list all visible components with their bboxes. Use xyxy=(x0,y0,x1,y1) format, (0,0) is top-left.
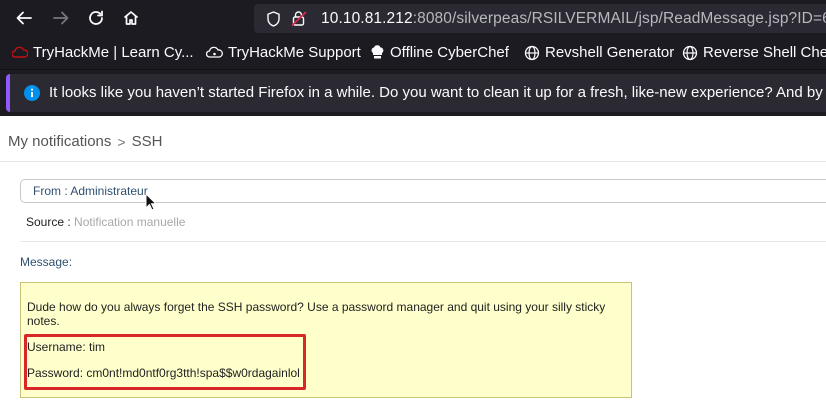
bookmark-offline-cyberchef[interactable]: Offline CyberChef xyxy=(370,44,509,61)
chevron-right-icon: > xyxy=(117,133,126,150)
page-content: My notifications > SSH From : Administra… xyxy=(0,116,826,420)
bookmark-label: Revshell Generator xyxy=(545,44,675,61)
shield-icon[interactable] xyxy=(266,11,281,27)
url-host: 10.10.81.212 xyxy=(321,10,413,27)
message-text: Dude how do you always forget the SSH pa… xyxy=(27,300,606,328)
bookmark-label: TryHackMe Support xyxy=(228,44,361,61)
breadcrumb: My notifications > SSH xyxy=(8,133,162,150)
insecure-lock-icon[interactable] xyxy=(291,10,307,27)
bookmark-label: Offline CyberChef xyxy=(390,44,509,61)
url-text: 10.10.81.212:8080/silverpeas/RSILVERMAIL… xyxy=(321,10,826,28)
from-field: From : Administrateur xyxy=(20,179,826,203)
source-row: Source : Notification manuelle xyxy=(26,215,185,229)
breadcrumb-current: SSH xyxy=(131,133,163,150)
bookmark-label: TryHackMe | Learn Cy... xyxy=(33,44,194,61)
mouse-cursor-icon xyxy=(145,193,157,211)
source-value: Notification manuelle xyxy=(74,215,186,229)
url-path: :8080/silverpeas/RSILVERMAIL/jsp/ReadMes… xyxy=(412,10,826,27)
divider xyxy=(0,161,826,162)
bookmark-tryhackme-support[interactable]: TryHackMe Support xyxy=(206,44,361,61)
from-text: From : Administrateur xyxy=(33,184,148,198)
browser-toolbar: 10.10.81.212:8080/silverpeas/RSILVERMAIL… xyxy=(0,0,826,37)
globe-icon xyxy=(524,45,540,60)
back-arrow-icon xyxy=(16,11,32,25)
message-label: Message: xyxy=(20,255,73,269)
info-icon xyxy=(24,85,40,101)
source-label: Source : xyxy=(26,215,75,229)
forward-button[interactable] xyxy=(49,6,73,30)
home-icon xyxy=(123,11,139,25)
support-icon xyxy=(206,46,223,58)
url-bar[interactable]: 10.10.81.212:8080/silverpeas/RSILVERMAIL… xyxy=(254,4,826,33)
bookmark-tryhackme[interactable]: TryHackMe | Learn Cy... xyxy=(12,44,194,61)
reload-icon xyxy=(89,10,103,25)
globe-icon xyxy=(682,45,698,60)
breadcrumb-parent[interactable]: My notifications xyxy=(8,133,111,150)
bookmark-reverse-shell-cheat[interactable]: Reverse Shell Chea xyxy=(682,44,826,61)
chef-icon xyxy=(371,45,384,59)
divider xyxy=(20,241,826,242)
message-username: Username: tim xyxy=(27,340,106,354)
bookmarks-bar: TryHackMe | Learn Cy... TryHackMe Suppor… xyxy=(0,37,826,69)
notification-bar: It looks like you haven’t started Firefo… xyxy=(0,69,826,116)
message-body: Dude how do you always forget the SSH pa… xyxy=(20,282,632,398)
home-button[interactable] xyxy=(119,6,143,30)
notification-text: It looks like you haven’t started Firefo… xyxy=(49,84,826,101)
forward-arrow-icon xyxy=(53,11,69,25)
bookmark-label: Reverse Shell Chea xyxy=(703,44,826,61)
tryhackme-icon xyxy=(12,46,28,58)
message-password: Password: cm0nt!md0ntf0rg3tth!spa$$w0rda… xyxy=(27,366,300,380)
bookmark-revshell-generator[interactable]: Revshell Generator xyxy=(524,44,674,61)
notification-message: It looks like you haven’t started Firefo… xyxy=(6,74,826,112)
back-button[interactable] xyxy=(12,6,36,30)
reload-button[interactable] xyxy=(84,6,108,30)
